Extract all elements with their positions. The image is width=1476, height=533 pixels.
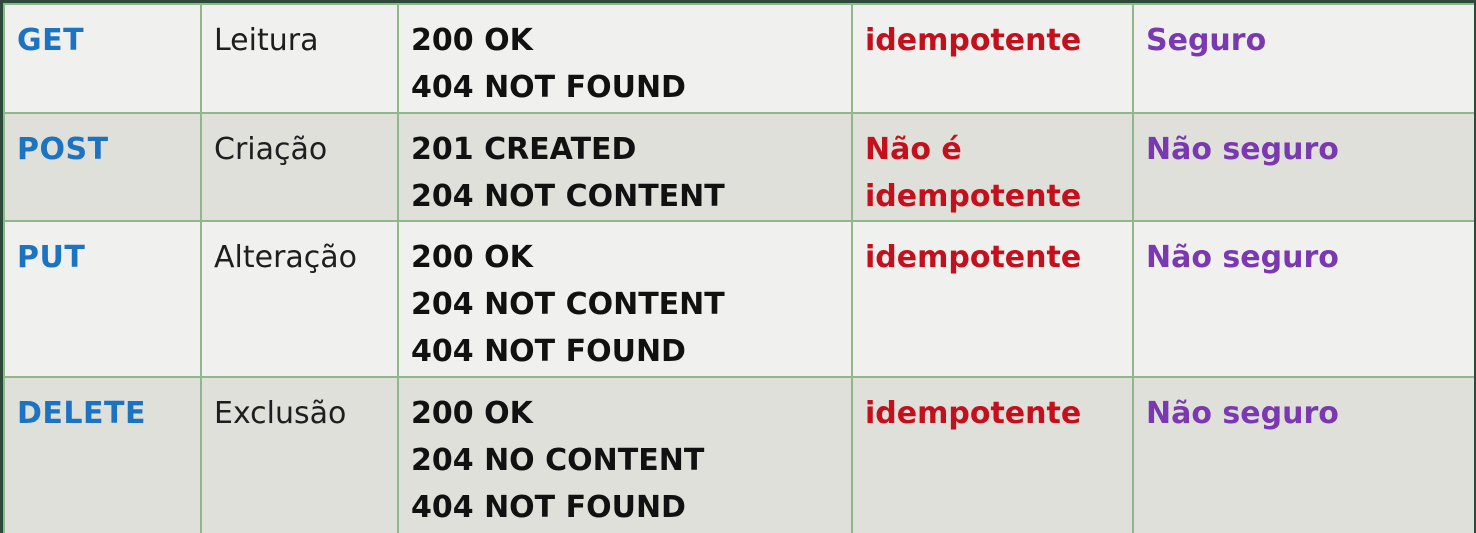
safety-label: Seguro	[1146, 23, 1267, 58]
idempotency-cell: idempotente	[851, 3, 1134, 114]
idempotency-label: idempotente	[865, 240, 1082, 275]
method-cell: PUT	[3, 220, 202, 378]
operation-label: Leitura	[214, 23, 319, 58]
status-code: 204 NOT CONTENT	[411, 287, 725, 322]
table-row-put: PUT Alteração 200 OK 204 NOT CONTENT 404…	[3, 220, 1474, 378]
status-codes-cell: 201 CREATED 204 NOT CONTENT	[397, 112, 853, 222]
operation-label: Criação	[214, 132, 328, 167]
table-row-post: POST Criação 201 CREATED 204 NOT CONTENT…	[3, 112, 1474, 222]
status-code: 200 OK	[411, 23, 533, 58]
idempotency-cell: idempotente	[851, 220, 1134, 378]
status-code: 200 OK	[411, 240, 533, 275]
safety-cell: Não seguro	[1132, 376, 1474, 533]
table-row-delete: DELETE Exclusão 200 OK 204 NO CONTENT 40…	[3, 376, 1474, 533]
status-code: 204 NO CONTENT	[411, 443, 705, 478]
safety-cell: Não seguro	[1132, 220, 1474, 378]
operation-cell: Exclusão	[200, 376, 399, 533]
idempotency-cell: idempotente	[851, 376, 1134, 533]
operation-label: Exclusão	[214, 396, 347, 431]
safety-cell: Seguro	[1132, 3, 1474, 114]
method-name: GET	[17, 23, 85, 58]
operation-cell: Leitura	[200, 3, 399, 114]
idempotency-cell: Não é idempotente	[851, 112, 1134, 222]
status-codes-cell: 200 OK 404 NOT FOUND	[397, 3, 853, 114]
status-code: 201 CREATED	[411, 132, 637, 167]
idempotency-label: idempotente	[865, 23, 1082, 58]
operation-cell: Alteração	[200, 220, 399, 378]
method-name: DELETE	[17, 396, 146, 431]
idempotency-label: idempotente	[865, 396, 1082, 431]
status-code: 404 NOT FOUND	[411, 334, 686, 369]
status-code: 204 NOT CONTENT	[411, 179, 725, 214]
safety-cell: Não seguro	[1132, 112, 1474, 222]
method-cell: DELETE	[3, 376, 202, 533]
status-codes-cell: 200 OK 204 NOT CONTENT 404 NOT FOUND	[397, 220, 853, 378]
status-code: 404 NOT FOUND	[411, 490, 686, 525]
status-code: 404 NOT FOUND	[411, 70, 686, 105]
status-code: 200 OK	[411, 396, 533, 431]
slide-frame: GET Leitura 200 OK 404 NOT FOUND idempot…	[3, 3, 1474, 533]
idempotency-label: idempotente	[865, 179, 1082, 214]
status-codes-cell: 200 OK 204 NO CONTENT 404 NOT FOUND	[397, 376, 853, 533]
safety-label: Não seguro	[1146, 240, 1339, 275]
method-name: POST	[17, 132, 109, 167]
operation-label: Alteração	[214, 240, 358, 275]
http-methods-table: GET Leitura 200 OK 404 NOT FOUND idempot…	[3, 3, 1474, 533]
safety-label: Não seguro	[1146, 132, 1339, 167]
operation-cell: Criação	[200, 112, 399, 222]
safety-label: Não seguro	[1146, 396, 1339, 431]
method-cell: GET	[3, 3, 202, 114]
method-name: PUT	[17, 240, 86, 275]
method-cell: POST	[3, 112, 202, 222]
table-row-get: GET Leitura 200 OK 404 NOT FOUND idempot…	[3, 3, 1474, 114]
idempotency-label: Não é	[865, 132, 962, 167]
